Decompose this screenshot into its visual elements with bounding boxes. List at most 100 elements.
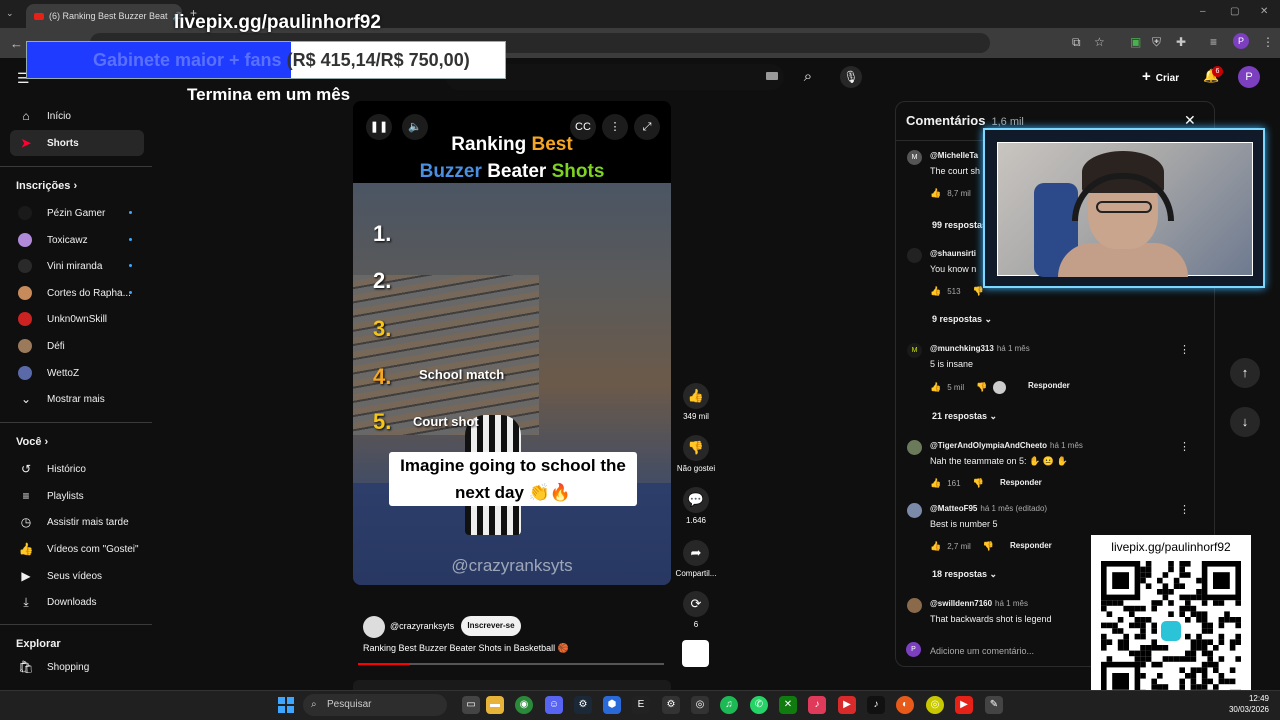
reply-button[interactable]: Responder: [1028, 381, 1070, 390]
shield-icon[interactable]: ⛨: [1152, 35, 1161, 50]
pause-icon[interactable]: ❚❚: [366, 114, 392, 140]
comment-author[interactable]: @MichelleTa: [930, 151, 978, 160]
sidebar-item-subscription[interactable]: Vini miranda: [10, 253, 144, 279]
app-icon[interactable]: ▶: [838, 696, 856, 714]
keyboard-icon[interactable]: [766, 72, 778, 80]
browser-tab-active[interactable]: (6) Ranking Best Buzzer Beat 🔊 ✕: [26, 4, 182, 28]
whatsapp-icon[interactable]: ✆: [750, 696, 768, 714]
app-icon[interactable]: ✎: [985, 696, 1003, 714]
thumbs-up-icon[interactable]: 👍: [930, 286, 941, 296]
epic-games-icon[interactable]: E: [632, 696, 650, 714]
bookmark-star-icon[interactable]: ☆: [1094, 35, 1105, 49]
taskbar-clock[interactable]: 12:49 30/03/2026: [1227, 693, 1269, 715]
spotify-icon[interactable]: ♫: [720, 696, 738, 714]
sidebar-item-liked[interactable]: 👍 Vídeos com "Gostei": [10, 536, 144, 562]
comment-author[interactable]: @swilldenn7160 há 1 mês: [930, 599, 1028, 608]
sidebar-item-subscription[interactable]: WettoZ: [10, 360, 144, 386]
comment-more-icon[interactable]: ⋮: [1179, 440, 1190, 453]
puzzle-icon[interactable]: ✚: [1176, 35, 1186, 49]
comment-avatar[interactable]: M: [907, 343, 922, 358]
subscriptions-heading[interactable]: Inscrições ›: [16, 180, 77, 192]
sidebar-item-playlists[interactable]: ≡ Playlists: [10, 483, 144, 509]
replies-toggle[interactable]: 21 respostas ⌄: [932, 411, 997, 422]
close-window-icon[interactable]: ✕: [1260, 6, 1268, 17]
video-title[interactable]: Ranking Best Buzzer Beater Shots in Bask…: [363, 643, 569, 654]
create-button[interactable]: + Criar: [1142, 68, 1179, 85]
file-explorer-icon[interactable]: ▬: [486, 696, 504, 714]
app-icon[interactable]: ♪: [808, 696, 826, 714]
comment-author[interactable]: @munchking313 há 1 mês: [930, 344, 1030, 353]
reply-button[interactable]: Responder: [1000, 478, 1042, 487]
more-options-icon[interactable]: ⋮: [602, 114, 628, 140]
shorts-video-player[interactable]: Ranking Best Buzzer Beater Shots 1. 2. 3…: [353, 101, 671, 585]
fullscreen-icon[interactable]: ⤢: [634, 114, 660, 140]
next-short-button[interactable]: ↓: [1230, 407, 1260, 437]
comment-avatar[interactable]: [907, 503, 922, 518]
mic-icon[interactable]: 🎙: [840, 66, 862, 88]
obs-icon[interactable]: ◎: [691, 696, 709, 714]
thumbs-up-icon[interactable]: 👍: [930, 382, 941, 392]
profile-avatar[interactable]: P: [1233, 33, 1249, 49]
comments-button[interactable]: 💬 1.646: [681, 487, 711, 525]
comment-more-icon[interactable]: ⋮: [1179, 503, 1190, 516]
sidebar-item-subscription[interactable]: Défi: [10, 333, 144, 359]
minimize-icon[interactable]: –: [1200, 6, 1206, 17]
remix-button[interactable]: ⟳ 6: [681, 591, 711, 629]
xbox-icon[interactable]: ✕: [779, 696, 797, 714]
thumbs-up-icon[interactable]: 👍: [930, 478, 941, 488]
comment-more-icon[interactable]: ⋮: [1179, 343, 1190, 356]
sidebar-item-subscription[interactable]: Cortes do Rapha...: [10, 280, 144, 306]
comment-avatar[interactable]: [907, 598, 922, 613]
sidebar-item-history[interactable]: ↺ Histórico: [10, 456, 144, 482]
app-icon[interactable]: ◎: [926, 696, 944, 714]
like-button[interactable]: 👍 349 mil: [681, 383, 711, 421]
settings-icon[interactable]: ⚙: [662, 696, 680, 714]
thumbs-up-icon[interactable]: 👍: [930, 541, 941, 551]
search-icon[interactable]: ⌕: [790, 64, 826, 90]
sidebar-item-watch-later[interactable]: ◷ Assistir mais tarde: [10, 509, 144, 535]
dislike-button[interactable]: 👎 Não gostei: [677, 435, 715, 473]
video-progress-bar[interactable]: [358, 663, 664, 665]
captions-icon[interactable]: CC: [570, 114, 596, 140]
comment-avatar[interactable]: [907, 440, 922, 455]
channel-name[interactable]: @crazyranksyts: [390, 621, 454, 631]
sidebar-item-your-videos[interactable]: ▶ Seus vídeos: [10, 563, 144, 589]
sidebar-item-subscription[interactable]: Unkn0wnSkill: [10, 306, 144, 332]
sidebar-item-subscription[interactable]: Pézin Gamer: [10, 200, 144, 226]
reply-button[interactable]: Responder: [1010, 541, 1052, 550]
close-icon[interactable]: ✕: [1184, 112, 1196, 129]
menu-icon[interactable]: ⋮: [1262, 35, 1274, 49]
thumbs-up-icon[interactable]: 👍: [930, 188, 941, 198]
replies-toggle[interactable]: 9 respostas ⌄: [932, 314, 992, 325]
replies-toggle[interactable]: 18 respostas ⌄: [932, 569, 997, 580]
share-button[interactable]: ➦ Compartil...: [676, 540, 716, 578]
discord-icon[interactable]: ☺: [545, 696, 563, 714]
maximize-icon[interactable]: ▢: [1230, 6, 1239, 17]
sidebar-item-home[interactable]: ⌂ Início: [10, 103, 144, 129]
youtube-icon[interactable]: ▶: [955, 696, 973, 714]
thumbs-down-icon[interactable]: 👎: [976, 382, 987, 392]
sidebar-item-subscription[interactable]: Toxicawz: [10, 227, 144, 253]
app-icon[interactable]: ◐: [896, 696, 914, 714]
account-avatar[interactable]: P: [1238, 66, 1260, 88]
volume-icon[interactable]: 🔈: [402, 114, 428, 140]
replies-toggle[interactable]: 99 respostas: [932, 220, 987, 230]
comment-author[interactable]: @shaunsirti: [930, 249, 976, 258]
extension-icon[interactable]: ▣: [1130, 35, 1141, 49]
media-icon[interactable]: ≡: [1210, 35, 1217, 49]
sidebar-item-shorts[interactable]: ➤ Shorts: [10, 130, 144, 156]
previous-short-button[interactable]: ↑: [1230, 358, 1260, 388]
tab-list-icon[interactable]: ⌄: [6, 8, 14, 19]
show-more-button[interactable]: ⌄ Mostrar mais: [10, 386, 144, 412]
subscribe-button[interactable]: Inscrever-se: [461, 616, 521, 636]
comment-author[interactable]: @MatteoF95 há 1 mês (editado): [930, 504, 1047, 513]
chrome-icon[interactable]: ◉: [515, 696, 533, 714]
sidebar-item-downloads[interactable]: ⤓ Downloads: [10, 589, 144, 615]
windows-start-icon[interactable]: [278, 697, 294, 713]
app-icon[interactable]: ⬢: [603, 696, 621, 714]
comment-avatar[interactable]: M: [907, 150, 922, 165]
thumbs-down-icon[interactable]: 👎: [973, 478, 984, 488]
sidebar-item-shopping[interactable]: 🛍 Shopping: [10, 654, 144, 680]
comment-avatar[interactable]: [907, 248, 922, 263]
tiktok-icon[interactable]: ♪: [867, 696, 885, 714]
